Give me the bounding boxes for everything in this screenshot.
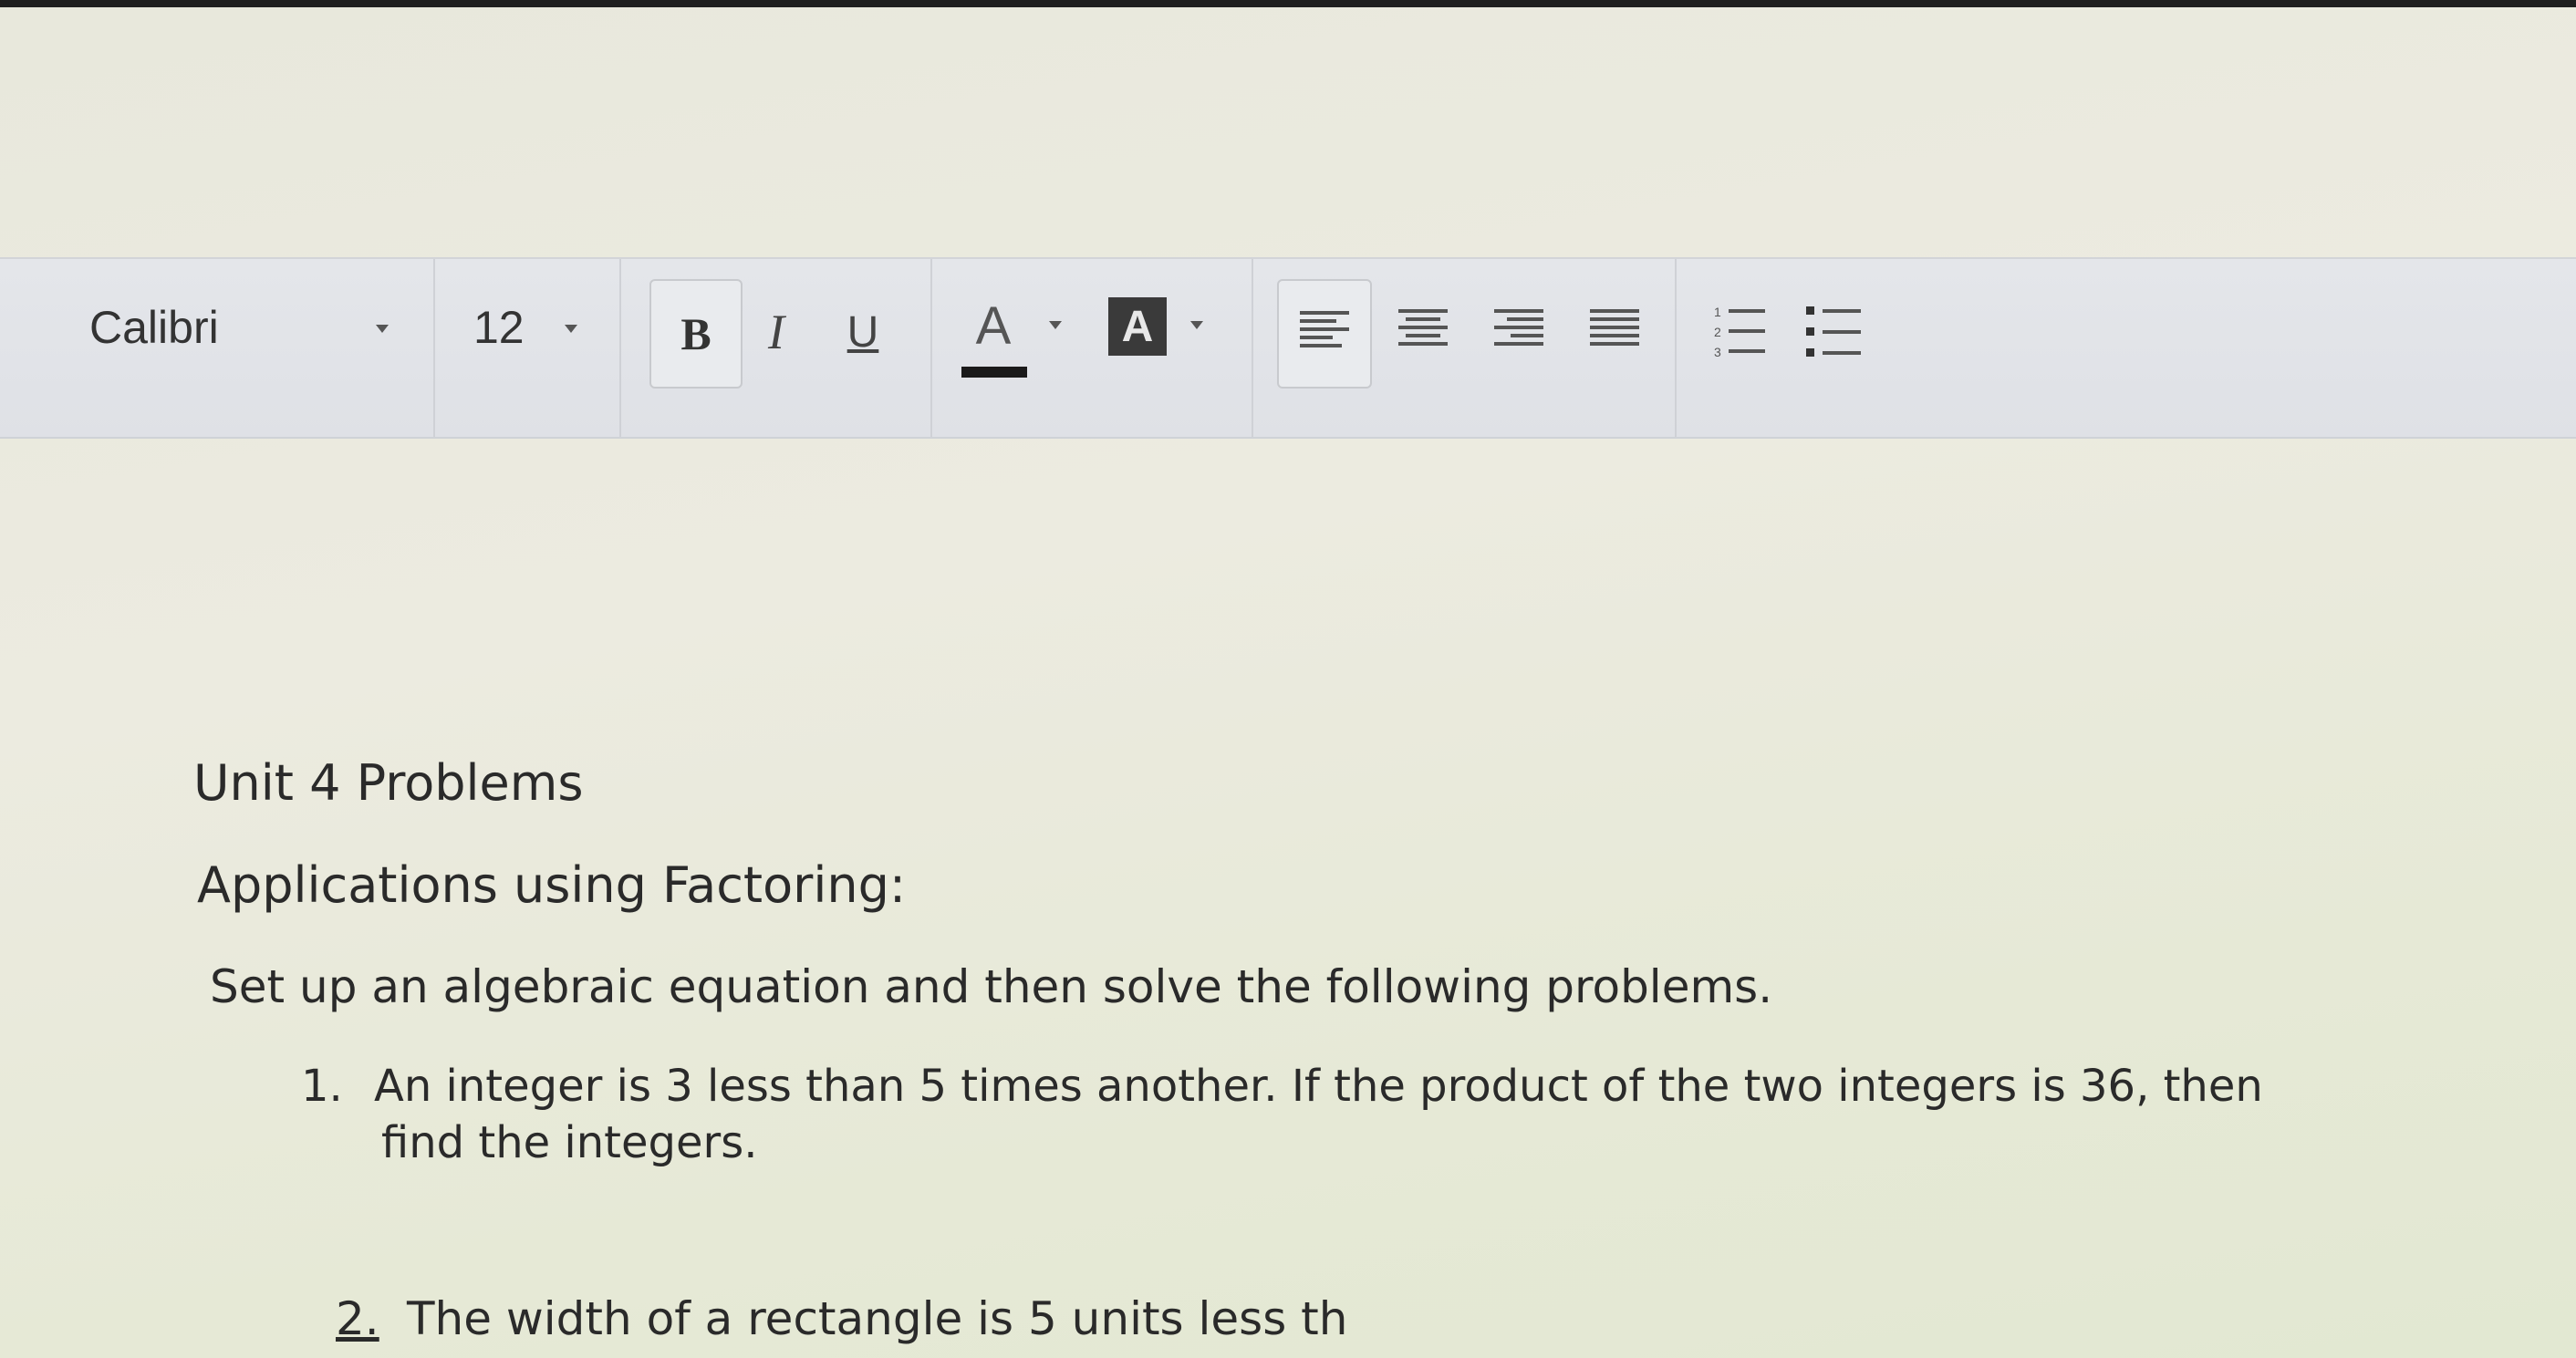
section-heading: Applications using Factoring:	[197, 856, 907, 914]
font-size-value: 12	[473, 302, 525, 353]
align-group-divider	[1675, 259, 1677, 437]
chevron-down-icon	[565, 325, 577, 333]
document-body[interactable]: Unit 4 Problems Applications using Facto…	[0, 435, 2576, 1358]
font-color-bar	[961, 367, 1027, 378]
window-top-edge	[0, 0, 2576, 7]
instructions-paragraph: Set up an algebraic equation and then so…	[210, 960, 1773, 1013]
svg-text:3: 3	[1714, 345, 1721, 359]
underline-group-divider	[930, 259, 932, 437]
page-title: Unit 4 Problems	[193, 754, 584, 812]
font-family-dropdown[interactable]: Calibri	[18, 259, 435, 437]
italic-icon: I	[768, 305, 784, 359]
align-center-button[interactable]	[1382, 279, 1464, 385]
bulleted-list-icon	[1806, 306, 1861, 357]
font-family-value: Calibri	[89, 302, 219, 353]
underline-icon: U	[847, 307, 879, 357]
font-size-dropdown[interactable]: 12	[435, 259, 621, 437]
svg-text:2: 2	[1714, 325, 1721, 339]
chevron-down-icon	[376, 325, 389, 333]
bold-button[interactable]: B	[649, 279, 743, 389]
problem-1-line-2: find the integers.	[381, 1117, 758, 1168]
italic-button[interactable]: I	[744, 279, 808, 385]
align-left-button[interactable]	[1277, 279, 1372, 389]
align-left-icon	[1300, 311, 1349, 357]
formatting-toolbar: Calibri 12 B I U A A 1 2 3	[0, 257, 2576, 439]
align-justify-button[interactable]	[1574, 279, 1656, 385]
align-center-icon	[1398, 309, 1448, 355]
highlight-icon: A	[1121, 302, 1154, 351]
underline-button[interactable]: U	[830, 279, 896, 385]
align-right-button[interactable]	[1478, 279, 1560, 385]
problem-1-number: 1.	[301, 1061, 343, 1112]
numbered-list-button[interactable]: 1 2 3	[1698, 279, 1781, 385]
problem-1-line-1: An integer is 3 less than 5 times anothe…	[374, 1061, 2263, 1112]
align-right-icon	[1494, 309, 1543, 355]
problem-2-number: 2.	[336, 1292, 379, 1345]
color-group-divider	[1252, 259, 1253, 437]
svg-text:1: 1	[1714, 305, 1721, 319]
highlight-color-button[interactable]: A	[1108, 297, 1167, 356]
bulleted-list-button[interactable]	[1792, 279, 1875, 385]
chevron-down-icon[interactable]	[1190, 321, 1203, 329]
chevron-down-icon[interactable]	[1049, 321, 1062, 329]
bold-icon: B	[680, 308, 712, 359]
align-justify-icon	[1590, 309, 1639, 355]
numbered-list-icon: 1 2 3	[1714, 305, 1765, 359]
font-color-icon: A	[975, 295, 1012, 356]
font-color-button[interactable]: A	[956, 279, 1031, 385]
problem-2-line-1: The width of a rectangle is 5 units less…	[407, 1292, 1348, 1345]
